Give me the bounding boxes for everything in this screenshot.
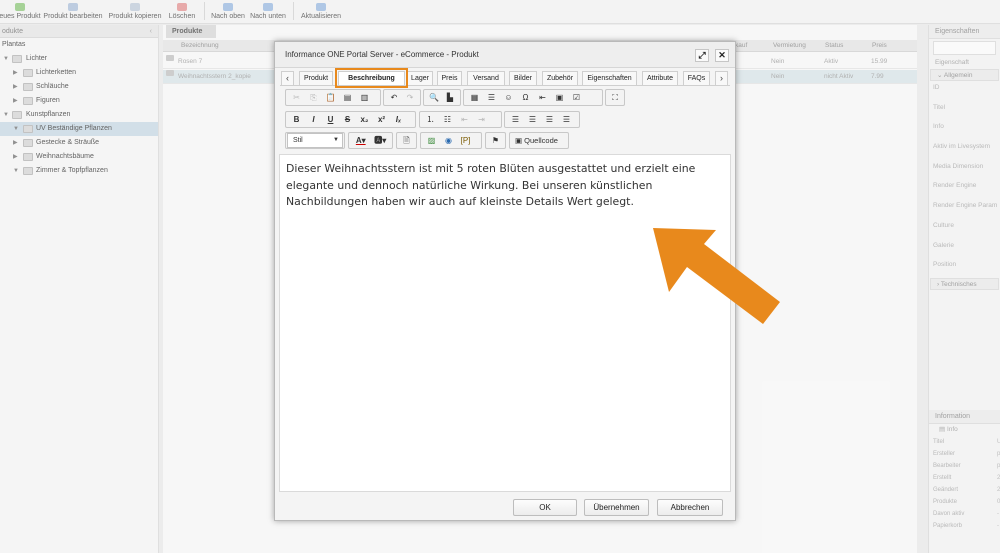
fullscreen-icon[interactable]: ⛶ (608, 90, 622, 105)
media-group: ▨ ◉ [P] (420, 132, 482, 149)
special-char-icon[interactable]: Ω (517, 90, 534, 105)
tab-eigenschaften[interactable]: Eigenschaften (582, 71, 637, 85)
redo-icon[interactable]: ↷ (402, 90, 418, 105)
color-group: A▾ 🅰▾ (348, 132, 393, 149)
subscript-icon[interactable]: x₂ (356, 112, 373, 127)
source-group[interactable]: ▣ Quellcode (509, 132, 569, 149)
cancel-button[interactable]: Abbrechen (657, 499, 723, 516)
style-group: Stil ▼ (285, 132, 345, 149)
tab-faqs[interactable]: FAQs (683, 71, 710, 85)
close-icon[interactable]: ✕ (715, 49, 729, 62)
image-icon[interactable]: ▨ (423, 133, 440, 148)
bulleted-list-icon[interactable]: ☷ (439, 112, 456, 127)
page-break-icon[interactable]: ⇤ (534, 90, 551, 105)
dialog-footer: OK Übernehmen Abbrechen (275, 494, 735, 520)
find-icon[interactable]: 🔍 (426, 90, 442, 105)
paste-text-icon[interactable]: ▤ (339, 90, 356, 105)
flag-icon[interactable]: ⚑ (488, 133, 503, 148)
align-right-icon[interactable]: ☰ (541, 112, 558, 127)
tab-preis[interactable]: Preis (437, 71, 462, 85)
tab-produkt[interactable]: Produkt (299, 71, 333, 85)
underline-icon[interactable]: U (322, 112, 339, 127)
indent-icon[interactable]: ⇥ (473, 112, 490, 127)
tab-beschreibung[interactable]: Beschreibung (335, 68, 408, 88)
numbered-list-icon[interactable]: ⒈ (422, 112, 439, 127)
smiley-icon[interactable]: ☺ (500, 90, 517, 105)
cut-icon[interactable]: ✂ (288, 90, 305, 105)
superscript-icon[interactable]: x² (373, 112, 390, 127)
form-checkbox-icon[interactable]: ☑ (568, 90, 585, 105)
paste-word-icon[interactable]: ▥ (356, 90, 373, 105)
tab-lager[interactable]: Lager (407, 71, 433, 85)
flash-icon[interactable]: ◉ (440, 133, 457, 148)
horizontal-line-icon[interactable]: ☰ (483, 90, 500, 105)
editor-toolbar: ✂ ⎘ 📋 ▤ ▥ ↶ ↷ 🔍 ▙ ▦ ☰ ☺ Ω ⇤ ▣ ☑ ⛶ B I U … (281, 89, 731, 151)
placeholder-icon[interactable]: [P] (457, 133, 474, 148)
tab-versand[interactable]: Versand (467, 71, 505, 85)
align-center-icon[interactable]: ☰ (524, 112, 541, 127)
anchor-group: ⚑ (485, 132, 506, 149)
text-color-icon[interactable]: A▾ (351, 133, 371, 148)
apply-button[interactable]: Übernehmen (584, 499, 649, 516)
bold-icon[interactable]: B (288, 112, 305, 127)
tab-scroll-right-icon[interactable]: › (715, 71, 728, 85)
table-icon[interactable]: ▦ (466, 90, 483, 105)
editor-content[interactable]: Dieser Weihnachtsstern ist mit 5 roten B… (286, 161, 716, 211)
undo-icon[interactable]: ↶ (386, 90, 402, 105)
find-group: 🔍 ▙ (423, 89, 461, 106)
italic-icon[interactable]: I (305, 112, 322, 127)
style-select[interactable]: Stil ▼ (287, 133, 343, 148)
text-style-group: B I U S x₂ x² Iₓ (285, 111, 416, 128)
source-button[interactable]: ▣ Quellcode (512, 133, 561, 148)
outdent-icon[interactable]: ⇤ (456, 112, 473, 127)
justify-icon[interactable]: ☰ (558, 112, 575, 127)
paste-icon[interactable]: 📋 (322, 90, 339, 105)
template-group: 🗎 (396, 132, 417, 149)
undo-group: ↶ ↷ (383, 89, 421, 106)
remove-format-icon[interactable]: Iₓ (390, 112, 407, 127)
spellcheck-icon[interactable]: ▙ (442, 90, 458, 105)
strikethrough-icon[interactable]: S (339, 112, 356, 127)
align-group: ☰ ☰ ☰ ☰ (504, 111, 580, 128)
copy-icon[interactable]: ⎘ (305, 90, 322, 105)
arrow-shape (653, 228, 780, 324)
tab-attribute[interactable]: Attribute (642, 71, 678, 85)
chevron-down-icon: ▼ (333, 137, 339, 143)
insert-group: ▦ ☰ ☺ Ω ⇤ ▣ ☑ (463, 89, 603, 106)
tab-bilder[interactable]: Bilder (509, 71, 537, 85)
tab-scroll-left-icon[interactable]: ‹ (281, 71, 294, 85)
clipboard-group: ✂ ⎘ 📋 ▤ ▥ (285, 89, 381, 106)
maximize-icon[interactable]: ⤢ (695, 49, 709, 62)
ok-button[interactable]: OK (513, 499, 577, 516)
iframe-icon[interactable]: ▣ (551, 90, 568, 105)
maximize-editor-group: ⛶ (605, 89, 625, 106)
dialog-tabs: ‹ Produkt Beschreibung Lager Preis Versa… (280, 68, 730, 88)
background-color-icon[interactable]: 🅰▾ (371, 133, 391, 148)
align-left-icon[interactable]: ☰ (507, 112, 524, 127)
dialog-title: Informance ONE Portal Server - eCommerce… (275, 42, 735, 68)
templates-icon[interactable]: 🗎 (399, 133, 414, 148)
tab-zubehoer[interactable]: Zubehör (542, 71, 578, 85)
list-group: ⒈ ☷ ⇤ ⇥ (419, 111, 502, 128)
annotation-arrow (653, 228, 780, 324)
